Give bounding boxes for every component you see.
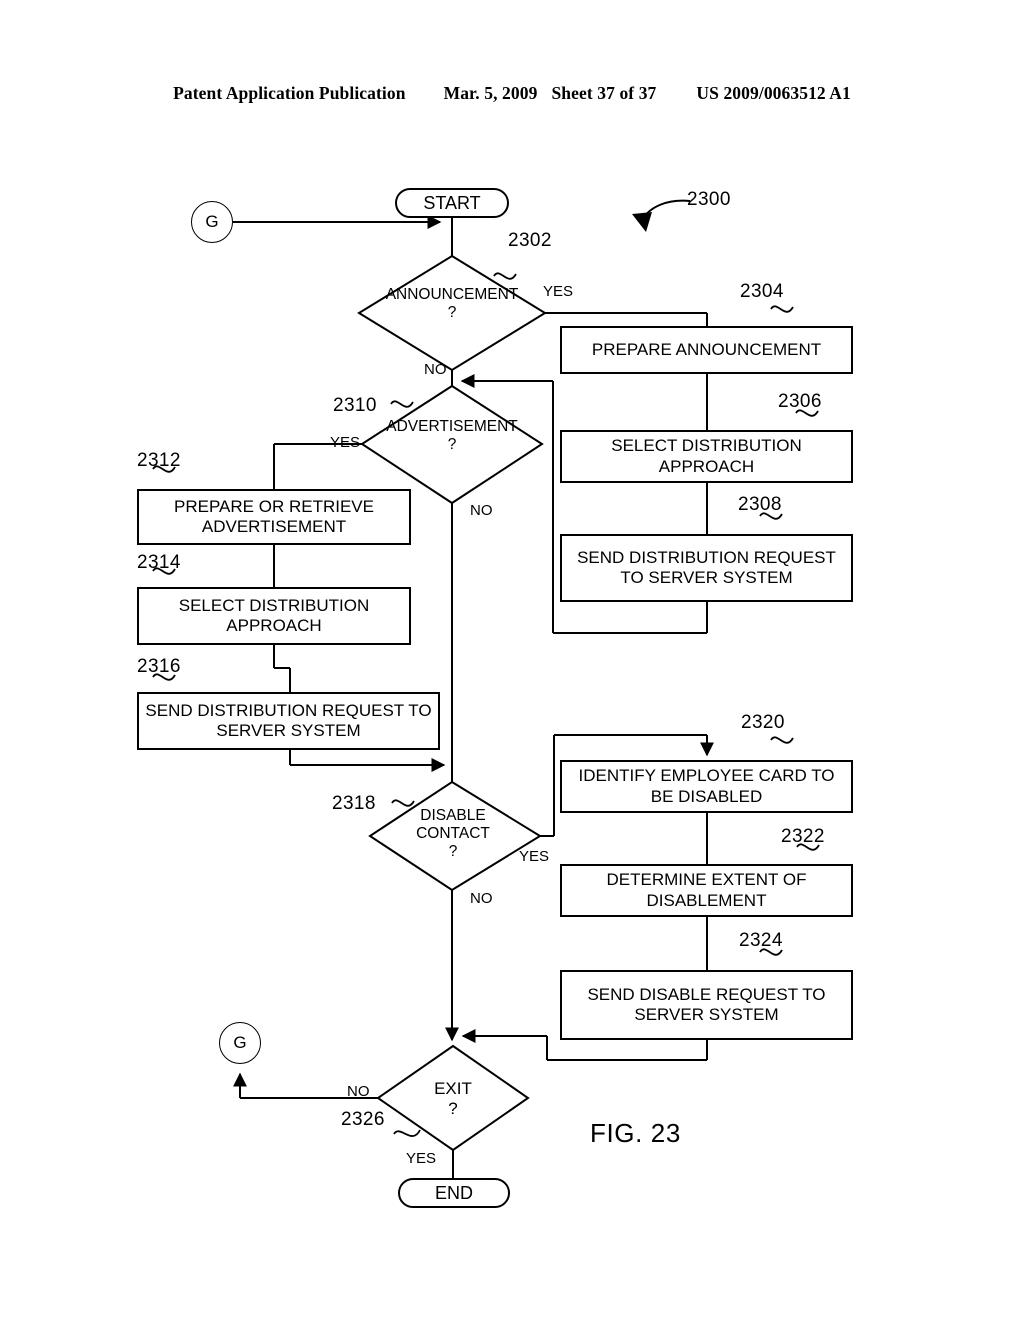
process-2322: DETERMINE EXTENT OF DISABLEMENT: [560, 864, 853, 917]
ref-2318: 2318: [332, 793, 376, 814]
process-2306: SELECT DISTRIBUTION APPROACH: [560, 430, 853, 483]
ref-2300: 2300: [687, 189, 731, 210]
edge-label-2318-yes: YES: [519, 848, 550, 865]
terminal-start-label: START: [423, 192, 481, 213]
connector-g-top: G: [191, 201, 233, 243]
connector-g-top-label: G: [205, 212, 219, 231]
process-2324: SEND DISABLE REQUEST TO SERVER SYSTEM: [560, 970, 853, 1040]
ref-2320: 2320: [741, 712, 785, 733]
ref-2322: 2322: [781, 826, 825, 847]
process-2308: SEND DISTRIBUTION REQUEST TO SERVER SYST…: [560, 534, 853, 602]
process-2304-label: PREPARE ANNOUNCEMENT: [591, 339, 822, 359]
process-2314-label: SELECT DISTRIBUTION APPROACH: [178, 595, 370, 635]
terminal-end-label: END: [434, 1182, 473, 1203]
process-2312: PREPARE OR RETRIEVE ADVERTISEMENT: [137, 489, 411, 545]
ref-2308: 2308: [738, 494, 782, 515]
connector-g-bottom-label: G: [233, 1033, 247, 1052]
terminal-start: START: [395, 188, 509, 218]
edge-label-2326-yes: YES: [406, 1150, 437, 1167]
process-2320: IDENTIFY EMPLOYEE CARD TO BE DISABLED: [560, 760, 853, 813]
edge-label-2310-yes: YES: [330, 434, 361, 451]
patent-figure-page: Patent Application Publication Mar. 5, 2…: [0, 0, 1024, 1320]
ref-2310: 2310: [333, 395, 377, 416]
process-2308-label: SEND DISTRIBUTION REQUEST TO SERVER SYST…: [577, 547, 836, 587]
process-2324-label: SEND DISABLE REQUEST TO SERVER SYSTEM: [587, 984, 826, 1024]
process-2314: SELECT DISTRIBUTION APPROACH: [137, 587, 411, 645]
ref-2314: 2314: [137, 552, 181, 573]
edge-label-2302-yes: YES: [543, 283, 574, 300]
process-2316: SEND DISTRIBUTION REQUEST TO SERVER SYST…: [137, 692, 440, 750]
connector-g-bottom: G: [219, 1022, 261, 1064]
ref-2326: 2326: [341, 1109, 385, 1130]
edge-label-2310-no: NO: [470, 502, 493, 519]
process-2306-label: SELECT DISTRIBUTION APPROACH: [611, 436, 802, 476]
ref-2306: 2306: [778, 391, 822, 412]
edge-label-2302-no: NO: [424, 361, 447, 378]
ref-2304: 2304: [740, 281, 784, 302]
edge-label-2326-no: NO: [347, 1083, 370, 1100]
process-2322-label: DETERMINE EXTENT OF DISABLEMENT: [606, 870, 807, 910]
process-2320-label: IDENTIFY EMPLOYEE CARD TO BE DISABLED: [578, 766, 835, 806]
ref-2302: 2302: [508, 230, 552, 251]
process-2312-label: PREPARE OR RETRIEVE ADVERTISEMENT: [174, 496, 374, 536]
ref-2324: 2324: [739, 930, 783, 951]
terminal-end: END: [398, 1178, 510, 1208]
figure-label: FIG. 23: [590, 1118, 681, 1148]
ref-2312: 2312: [137, 450, 181, 471]
ref-2316: 2316: [137, 656, 181, 677]
edge-label-2318-no: NO: [470, 890, 493, 907]
process-2304: PREPARE ANNOUNCEMENT: [560, 326, 853, 374]
process-2316-label: SEND DISTRIBUTION REQUEST TO SERVER SYST…: [145, 700, 432, 740]
